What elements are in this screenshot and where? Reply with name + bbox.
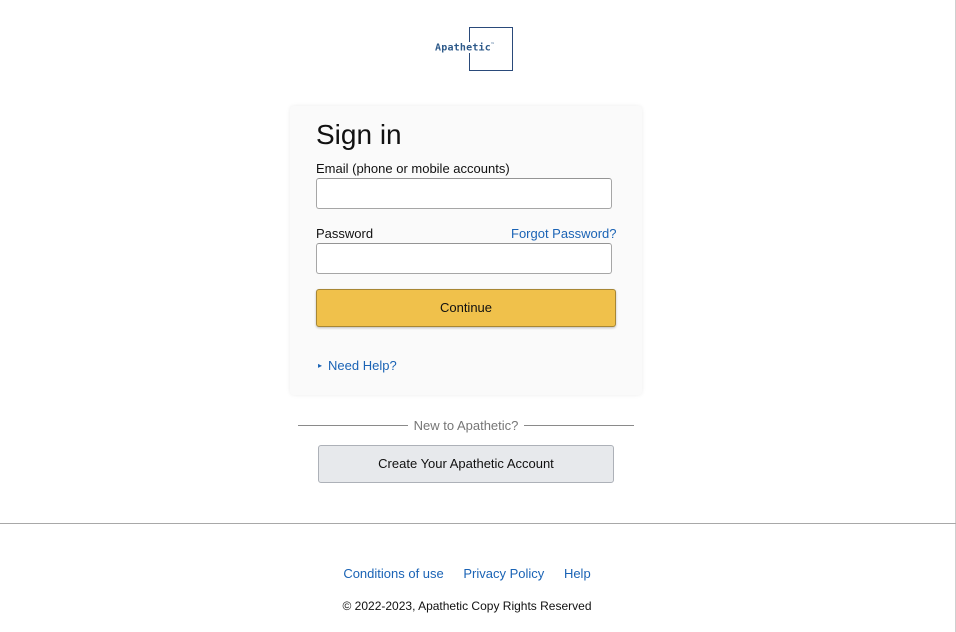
forgot-password-link[interactable]: Forgot Password? bbox=[511, 226, 617, 242]
signin-card: Sign in Email (phone or mobile accounts)… bbox=[290, 106, 642, 395]
conditions-of-use-link[interactable]: Conditions of use bbox=[343, 566, 443, 581]
create-account-button[interactable]: Create Your Apathetic Account bbox=[318, 445, 614, 483]
footer-links: Conditions of use Privacy Policy Help bbox=[0, 566, 934, 582]
help-link[interactable]: Help bbox=[564, 566, 591, 581]
need-help-label: Need Help? bbox=[328, 358, 397, 373]
password-label: Password bbox=[316, 226, 374, 241]
divider-text: New to Apathetic? bbox=[413, 418, 519, 433]
need-help-toggle[interactable]: ▸ Need Help? bbox=[318, 358, 397, 375]
trademark-symbol: ™ bbox=[491, 42, 495, 48]
logo-wordmark: Apathetic™ bbox=[435, 42, 497, 54]
email-field[interactable] bbox=[316, 178, 612, 209]
signin-title: Sign in bbox=[316, 119, 402, 150]
email-label: Email (phone or mobile accounts) bbox=[316, 161, 510, 176]
continue-button[interactable]: Continue bbox=[316, 289, 616, 327]
password-field[interactable] bbox=[316, 243, 612, 274]
footer-divider bbox=[0, 523, 956, 524]
new-account-divider: New to Apathetic? bbox=[298, 418, 634, 434]
caret-right-icon: ▸ bbox=[318, 360, 323, 370]
signin-page: Apathetic™ Sign in Email (phone or mobil… bbox=[0, 0, 956, 632]
privacy-policy-link[interactable]: Privacy Policy bbox=[463, 566, 544, 581]
divider-line-right bbox=[524, 425, 634, 426]
apathetic-logo[interactable]: Apathetic™ bbox=[433, 27, 515, 73]
copyright-notice: © 2022-2023, Apathetic Copy Rights Reser… bbox=[342, 599, 592, 613]
